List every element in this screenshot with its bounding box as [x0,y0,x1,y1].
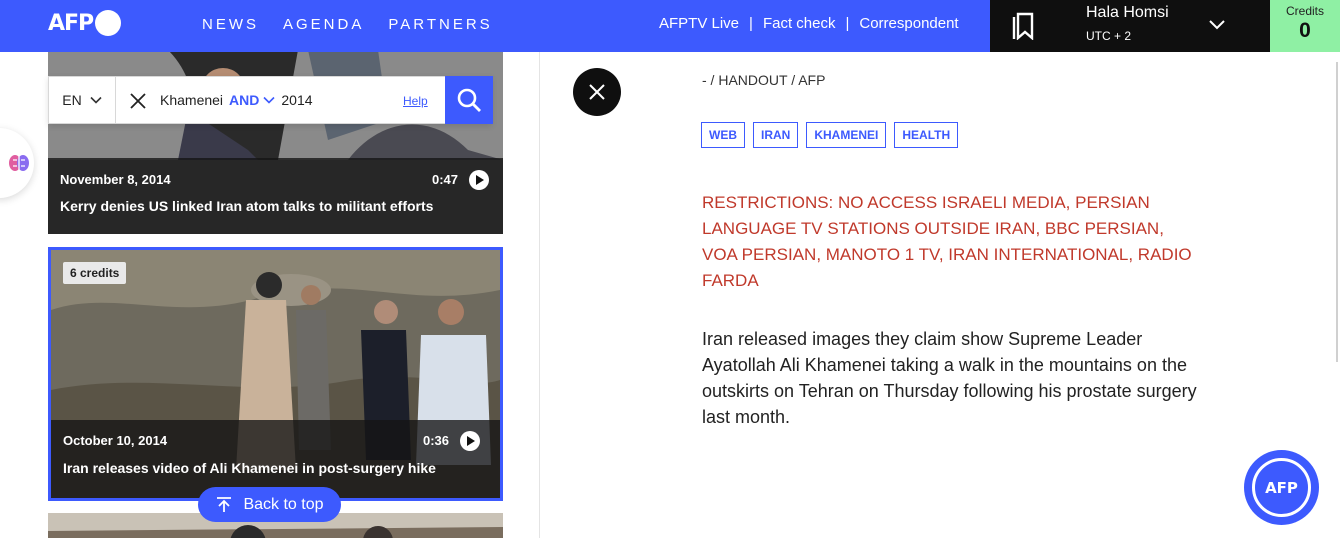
restrictions-text: RESTRICTIONS: NO ACCESS ISRAELI MEDIA, P… [702,193,1192,290]
tag-list: WEB IRAN KHAMENEI HEALTH [701,122,966,148]
video-description: Iran released images they claim show Sup… [702,329,1197,427]
search-keyword: Khamenei [160,92,224,108]
tag-khamenei[interactable]: KHAMENEI [806,122,887,148]
link-correspondent[interactable]: Correspondent [859,15,958,32]
language-value: EN [62,92,82,108]
tag-health[interactable]: HEALTH [894,122,959,148]
card-duration: 0:47 [432,172,459,187]
search-bar: EN Khamenei AND 2014 Help [48,76,493,124]
chevron-down-icon [90,96,102,104]
chevron-down-icon[interactable] [1208,16,1226,39]
tag-web[interactable]: WEB [701,122,745,148]
link-fact-check[interactable]: Fact check [763,15,836,32]
close-icon [589,84,605,100]
logo-text: AFP [48,10,94,36]
arrow-up-icon [217,496,232,512]
nav-news[interactable]: NEWS [202,16,259,33]
result-card-selected[interactable]: 6 credits October 10, 2014 0:36 Iran rel… [48,247,503,501]
user-name: Hala Homsi [1086,4,1169,21]
help-link[interactable]: Help [403,94,428,108]
operator-chevron-icon[interactable] [263,94,275,106]
top-navigation-bar: AFP NEWS AGENDA PARTNERS AFPTV Live | Fa… [0,0,1340,52]
close-detail-button[interactable] [573,68,621,116]
credits-box[interactable]: Credits 0 [1270,0,1340,52]
play-icon[interactable] [460,431,480,451]
search-button[interactable] [445,76,493,124]
search-query[interactable]: Khamenei AND 2014 [160,92,313,108]
card-date: October 10, 2014 [63,433,168,448]
card-title[interactable]: Kerry denies US linked Iran atom talks t… [60,198,433,214]
card-title[interactable]: Iran releases video of Ali Khamenei in p… [63,460,436,476]
nav-agenda[interactable]: AGENDA [283,16,364,33]
chat-button[interactable]: AFP [1244,450,1319,525]
back-to-top-label: Back to top [243,495,324,513]
card-duration: 0:36 [423,433,450,448]
media-source: - / HANDOUT / AFP [702,72,826,88]
search-icon [457,88,481,112]
afp-chat-icon: AFP [1252,458,1311,517]
nav-partners[interactable]: PARTNERS [388,16,492,33]
credits-badge: 6 credits [63,262,127,284]
user-menu[interactable]: Hala Homsi UTC + 2 [990,0,1270,52]
credits-value: 0 [1299,19,1311,42]
card-date: November 8, 2014 [60,172,171,187]
back-to-top-button[interactable]: Back to top [198,487,341,522]
chat-label: AFP [1265,478,1298,497]
brain-icon [9,155,29,171]
nav-separator: | [845,15,850,32]
logo-dot-icon [95,10,122,36]
tag-iran[interactable]: IRAN [753,122,799,148]
secondary-nav: AFPTV Live | Fact check | Correspondent [659,15,959,32]
credits-label: Credits [1285,4,1324,18]
language-select[interactable]: EN [49,77,116,123]
card-caption-overlay: November 8, 2014 0:47 Kerry denies US li… [48,158,503,234]
scrollbar[interactable] [1336,62,1338,362]
link-afptv-live[interactable]: AFPTV Live [659,15,739,32]
bookmark-icon[interactable] [1012,12,1036,45]
search-keyword: 2014 [281,92,313,108]
main-nav: NEWS AGENDA PARTNERS [202,16,517,33]
clear-search-icon[interactable] [129,92,147,115]
ai-assistant-button[interactable] [0,128,34,198]
search-operator[interactable]: AND [229,92,259,108]
afp-logo[interactable]: AFP [48,10,122,36]
results-column: November 8, 2014 0:47 Kerry denies US li… [0,52,540,538]
user-timezone: UTC + 2 [1086,29,1132,43]
nav-separator: | [749,15,753,32]
play-icon[interactable] [469,170,489,190]
